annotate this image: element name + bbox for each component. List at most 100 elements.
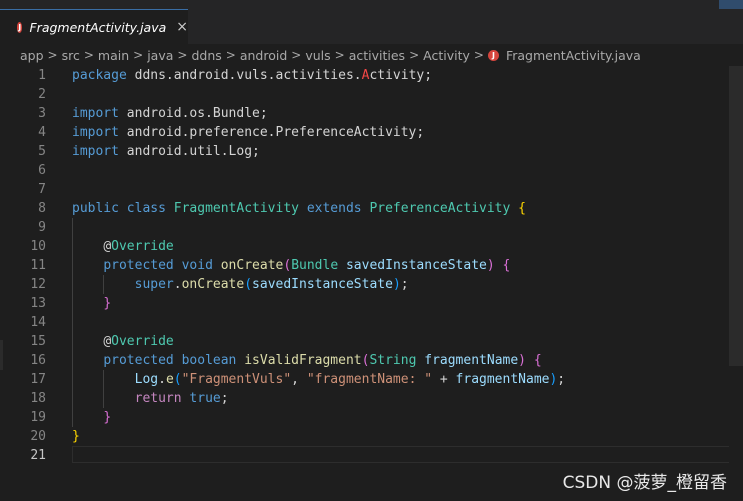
- line-number: 11: [30, 258, 46, 273]
- code-token: (: [173, 372, 182, 387]
- code-text: @Override: [72, 332, 173, 351]
- code-line[interactable]: 18 return true;: [0, 389, 743, 408]
- code-token: import: [72, 106, 119, 121]
- code-line[interactable]: 15 @Override: [0, 332, 743, 351]
- code-line[interactable]: 14: [0, 313, 743, 332]
- code-token: extends: [306, 201, 362, 216]
- code-token: Override: [111, 239, 174, 254]
- line-number: 3: [38, 106, 46, 121]
- code-token: @: [103, 239, 112, 254]
- code-token: ddns.android.vuls.activities.: [126, 68, 362, 83]
- code-line[interactable]: 10 @Override: [0, 237, 743, 256]
- code-line[interactable]: 17 Log.e("FragmentVuls", "fragmentName: …: [0, 370, 743, 389]
- line-number: 19: [30, 410, 46, 425]
- breadcrumb-item-ddns[interactable]: ddns: [191, 48, 221, 63]
- code-token: isValidFragment: [244, 353, 362, 368]
- code-token: protected: [103, 353, 174, 368]
- top-bar-accent: [719, 0, 743, 9]
- breadcrumb-item-src[interactable]: src: [62, 48, 80, 63]
- chevron-right-icon: >: [133, 48, 144, 62]
- tab-strip: J FragmentActivity.java ×: [0, 9, 743, 44]
- code-line[interactable]: 11 protected void onCreate(Bundle savedI…: [0, 256, 743, 275]
- code-line[interactable]: 4 import android.preference.PreferenceAct…: [0, 123, 743, 142]
- code-token: FragmentActivity: [173, 201, 299, 216]
- java-file-icon: J: [487, 49, 499, 61]
- code-line[interactable]: 20}: [0, 427, 743, 446]
- breadcrumb-item-file[interactable]: J FragmentActivity.java: [487, 47, 641, 63]
- breadcrumb-item-java[interactable]: java: [147, 48, 173, 63]
- breadcrumb-item-android[interactable]: android: [240, 48, 287, 63]
- code-token: "fragmentName: ": [306, 372, 433, 387]
- code-line[interactable]: 7: [0, 180, 743, 199]
- line-number: 9: [38, 220, 46, 235]
- vertical-scrollbar[interactable]: [729, 66, 743, 501]
- breadcrumb: app > src > main > java > ddns > android…: [0, 44, 743, 66]
- code-line[interactable]: 21: [0, 446, 743, 465]
- code-token: {: [518, 201, 526, 216]
- line-number: 5: [38, 144, 46, 159]
- code-token: ;: [557, 372, 566, 387]
- code-token: +: [432, 372, 456, 387]
- line-number: 2: [38, 87, 46, 102]
- breadcrumb-item-activities[interactable]: activities: [349, 48, 405, 63]
- code-token: return: [134, 391, 182, 406]
- code-token: import: [72, 144, 119, 159]
- watermark: CSDN @菠萝_橙留香: [562, 473, 727, 493]
- code-line[interactable]: 6: [0, 161, 743, 180]
- code-text: Log.e("FragmentVuls", "fragmentName: " +…: [72, 370, 566, 389]
- scrollbar-thumb[interactable]: [729, 66, 743, 366]
- chevron-right-icon: >: [225, 48, 236, 62]
- code-line[interactable]: 5 import android.util.Log;: [0, 142, 743, 161]
- code-line[interactable]: 2: [0, 85, 743, 104]
- code-token: fragmentName: [455, 372, 550, 387]
- code-line[interactable]: 12 super.onCreate(savedInstanceState);: [0, 275, 743, 294]
- code-token: true: [189, 391, 221, 406]
- code-token: }: [72, 429, 80, 444]
- gutter-edge: [0, 340, 3, 370]
- code-editor[interactable]: 1 package ddns.android.vuls.activities.Ac…: [0, 66, 743, 501]
- code-token: ;: [220, 391, 229, 406]
- line-number: 17: [30, 372, 46, 387]
- tab-label: FragmentActivity.java: [29, 19, 167, 35]
- code-token: PreferenceActivity: [369, 201, 511, 216]
- code-line[interactable]: 16 protected boolean isValidFragment(Str…: [0, 351, 743, 370]
- breadcrumb-item-main[interactable]: main: [98, 48, 129, 63]
- code-line[interactable]: 9: [0, 218, 743, 237]
- tab-fragment-activity[interactable]: J FragmentActivity.java ×: [0, 9, 188, 44]
- line-number: 12: [30, 277, 46, 292]
- code-line[interactable]: 19 }: [0, 408, 743, 427]
- chevron-right-icon: >: [334, 48, 345, 62]
- code-token: onCreate: [181, 277, 245, 292]
- breadcrumb-item-vuls[interactable]: vuls: [305, 48, 330, 63]
- code-line[interactable]: 13 }: [0, 294, 743, 313]
- code-line[interactable]: 3 import android.os.Bundle;: [0, 104, 743, 123]
- code-text: }: [72, 408, 111, 427]
- code-line[interactable]: 1 package ddns.android.vuls.activities.Ac…: [0, 66, 743, 85]
- code-token: .: [173, 277, 182, 292]
- line-number: 18: [30, 391, 46, 406]
- breadcrumb-item-activity[interactable]: Activity: [423, 48, 470, 63]
- code-token: (: [283, 258, 292, 273]
- line-number: 7: [38, 182, 46, 197]
- code-token: ctivity;: [369, 68, 433, 83]
- breadcrumb-item-app[interactable]: app: [20, 48, 44, 63]
- close-icon[interactable]: ×: [176, 19, 188, 35]
- code-token: Log: [134, 372, 159, 387]
- code-token: boolean: [181, 353, 237, 368]
- chevron-right-icon: >: [83, 48, 94, 62]
- code-token: savedInstanceState: [345, 258, 487, 273]
- code-token: "FragmentVuls": [181, 372, 292, 387]
- code-line[interactable]: 8 public class FragmentActivity extends P…: [0, 199, 743, 218]
- breadcrumb-file-label: FragmentActivity.java: [505, 47, 641, 63]
- code-token: onCreate: [220, 258, 284, 273]
